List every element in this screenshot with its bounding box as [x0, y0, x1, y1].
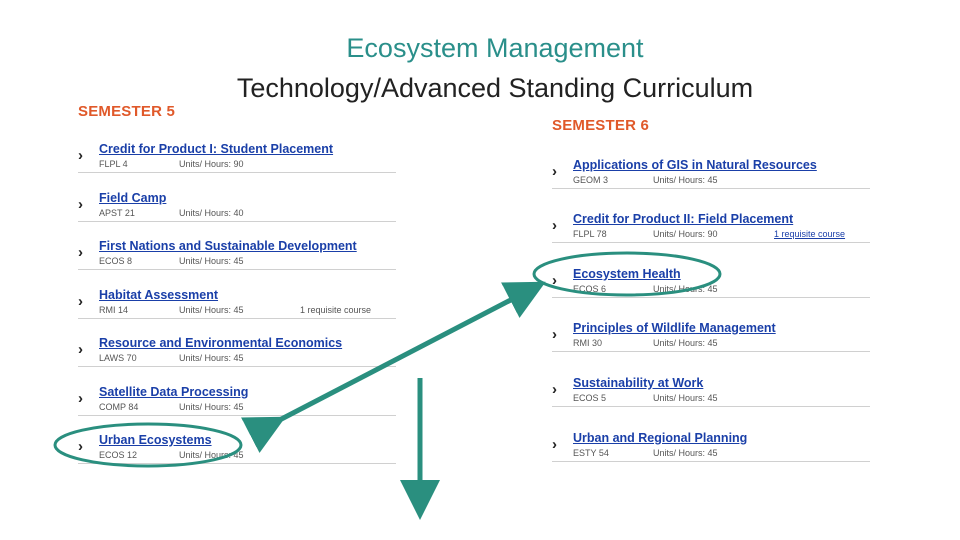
double-arrow-connector [241, 281, 546, 453]
annotation-overlay [53, 251, 722, 520]
highlight-ellipse-ecosystem-health [532, 251, 722, 297]
highlight-ellipse-urban-ecosystems [53, 422, 243, 468]
